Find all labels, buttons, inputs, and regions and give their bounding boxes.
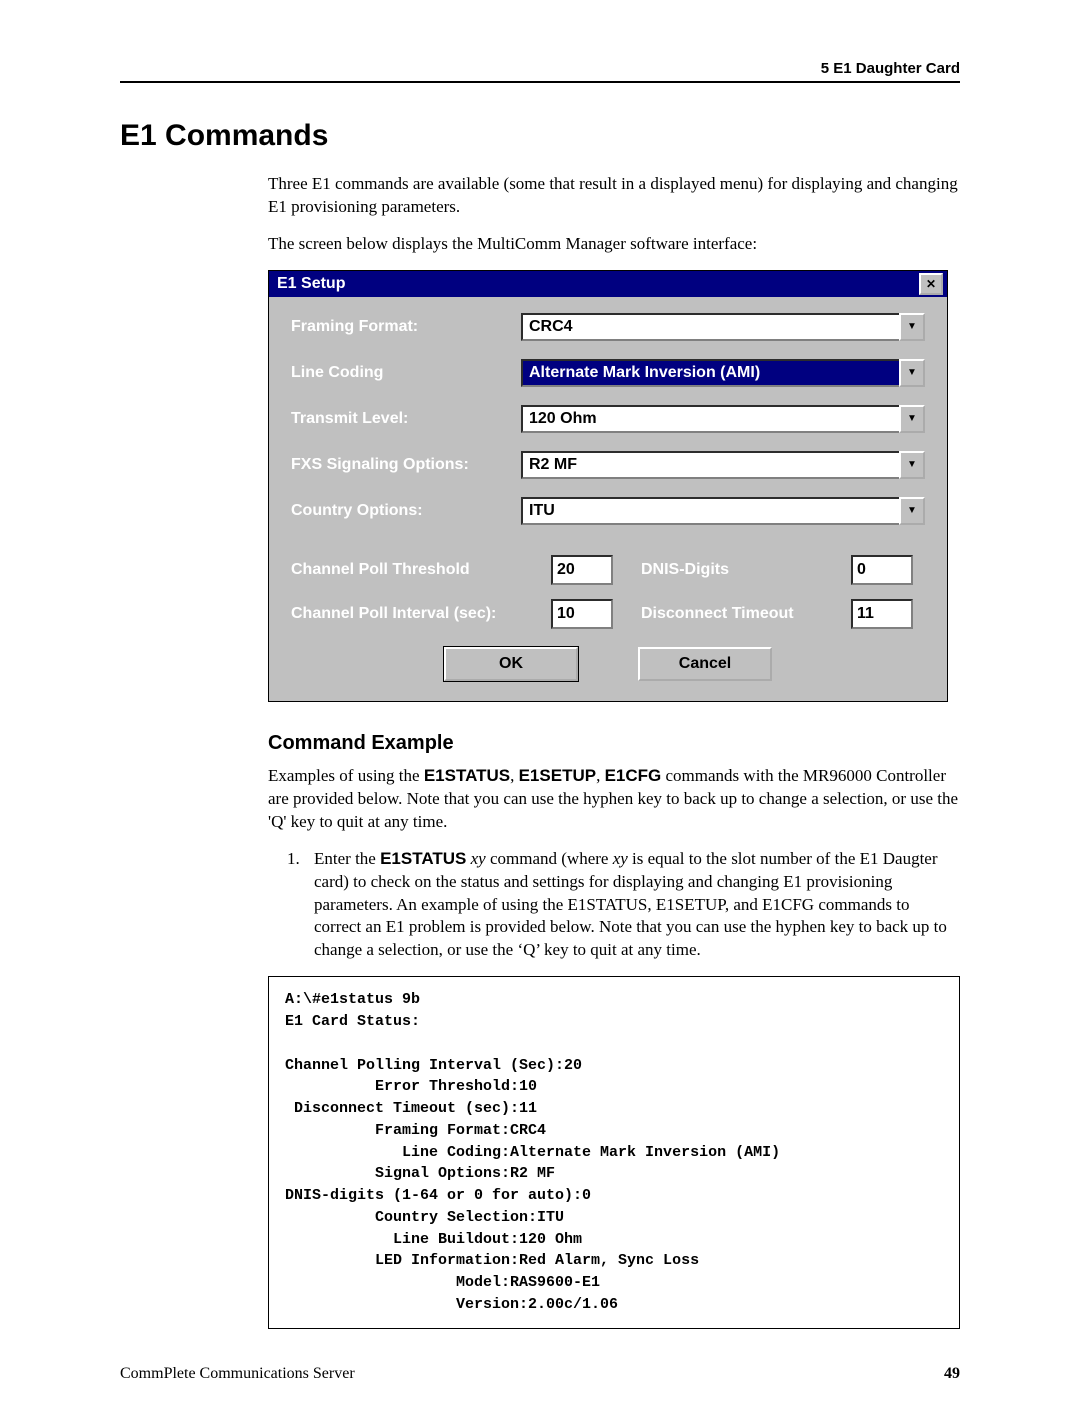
- close-button[interactable]: ✕: [919, 273, 943, 295]
- ok-button[interactable]: OK: [444, 647, 578, 681]
- intro-paragraph-1: Three E1 commands are available (some th…: [268, 173, 960, 219]
- country-options-label: Country Options:: [291, 502, 521, 520]
- framing-format-label: Framing Format:: [291, 318, 521, 336]
- line-coding-label: Line Coding: [291, 364, 521, 382]
- chevron-down-icon[interactable]: ▼: [899, 451, 925, 479]
- country-options-select[interactable]: ITU ▼: [521, 497, 925, 525]
- intro-paragraph-2: The screen below displays the MultiComm …: [268, 233, 960, 256]
- cancel-button[interactable]: Cancel: [638, 647, 772, 681]
- page-header: 5 E1 Daughter Card: [120, 60, 960, 83]
- chevron-down-icon[interactable]: ▼: [899, 405, 925, 433]
- channel-poll-interval-input[interactable]: 10: [551, 599, 613, 629]
- page-footer: CommPlete Communications Server 49: [120, 1365, 960, 1383]
- framing-format-select[interactable]: CRC4 ▼: [521, 313, 925, 341]
- dialog-titlebar[interactable]: E1 Setup ✕: [269, 271, 947, 297]
- command-example-heading: Command Example: [268, 732, 960, 755]
- transmit-level-select[interactable]: 120 Ohm ▼: [521, 405, 925, 433]
- framing-format-value: CRC4: [521, 313, 899, 341]
- chevron-down-icon[interactable]: ▼: [899, 359, 925, 387]
- footer-page-number: 49: [944, 1365, 960, 1383]
- line-coding-select[interactable]: Alternate Mark Inversion (AMI) ▼: [521, 359, 925, 387]
- channel-poll-threshold-input[interactable]: 20: [551, 555, 613, 585]
- disconnect-timeout-label: Disconnect Timeout: [613, 605, 851, 623]
- fxs-signaling-value: R2 MF: [521, 451, 899, 479]
- country-options-value: ITU: [521, 497, 899, 525]
- transmit-level-label: Transmit Level:: [291, 410, 521, 428]
- line-coding-value: Alternate Mark Inversion (AMI): [521, 359, 899, 387]
- page-title: E1 Commands: [120, 119, 960, 153]
- fxs-signaling-select[interactable]: R2 MF ▼: [521, 451, 925, 479]
- footer-product: CommPlete Communications Server: [120, 1365, 355, 1383]
- dnis-digits-input[interactable]: 0: [851, 555, 913, 585]
- terminal-output: A:\#e1status 9b E1 Card Status: Channel …: [268, 976, 960, 1328]
- chevron-down-icon[interactable]: ▼: [899, 497, 925, 525]
- fxs-signaling-label: FXS Signaling Options:: [291, 456, 521, 474]
- dialog-title: E1 Setup: [277, 275, 345, 293]
- e1-setup-dialog: E1 Setup ✕ Framing Format: CRC4 ▼ Line C…: [268, 270, 948, 702]
- dnis-digits-label: DNIS-Digits: [613, 561, 851, 579]
- transmit-level-value: 120 Ohm: [521, 405, 899, 433]
- disconnect-timeout-input[interactable]: 11: [851, 599, 913, 629]
- chevron-down-icon[interactable]: ▼: [899, 313, 925, 341]
- steps-list-item: Enter the E1STATUS xy command (where xy …: [304, 848, 960, 963]
- channel-poll-interval-label: Channel Poll Interval (sec):: [291, 605, 551, 623]
- channel-poll-threshold-label: Channel Poll Threshold: [291, 561, 551, 579]
- steps-list: Enter the E1STATUS xy command (where xy …: [268, 848, 960, 963]
- command-example-paragraph: Examples of using the E1STATUS, E1SETUP,…: [268, 765, 960, 834]
- close-icon: ✕: [926, 277, 936, 291]
